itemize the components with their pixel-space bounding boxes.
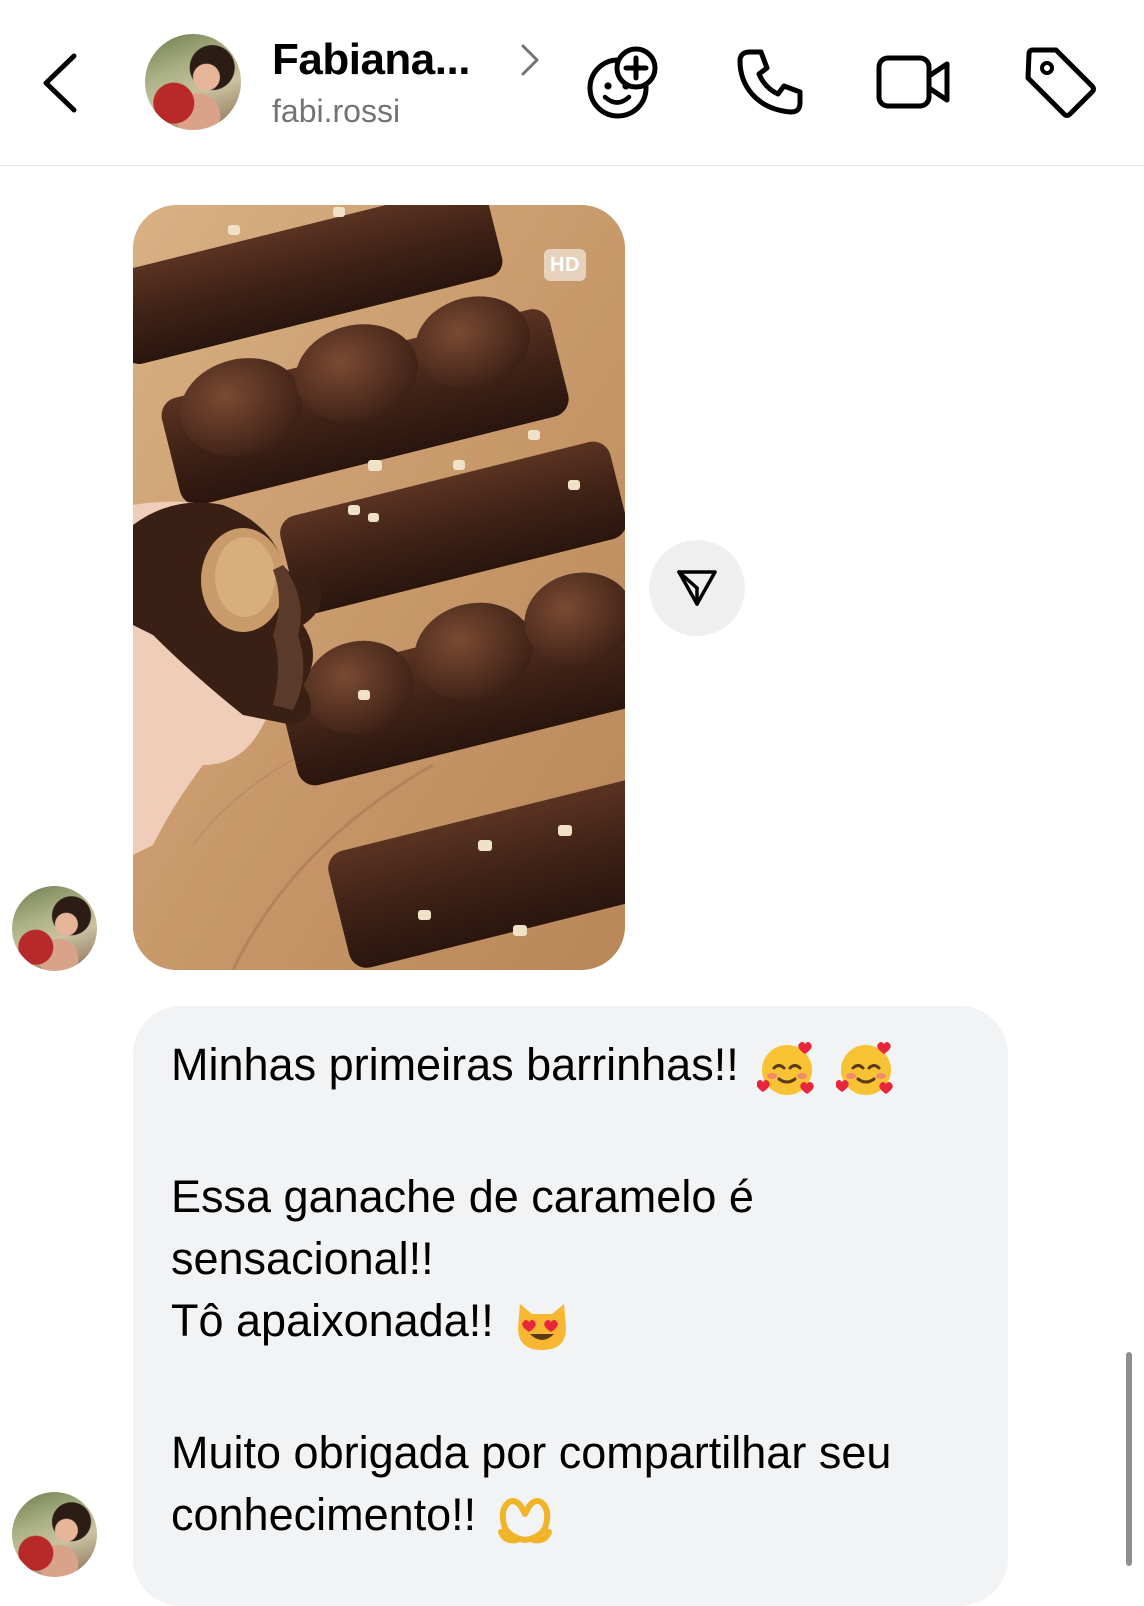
message-bubble[interactable]: Minhas primeiras barrinhas!! Essa ganach… — [133, 1006, 1008, 1606]
label-button[interactable] — [1020, 42, 1100, 122]
phone-icon — [737, 49, 803, 115]
paper-plane-icon — [677, 570, 717, 606]
message-line-text: Tô apaixonada!! — [171, 1295, 494, 1347]
tag-icon — [1025, 47, 1096, 118]
heart-hands-icon — [495, 1488, 555, 1548]
video-camera-icon — [876, 55, 950, 109]
contact-name: Fabiana... — [272, 35, 470, 84]
message-text: Minhas primeiras barrinhas!! Essa ganach… — [171, 1034, 991, 1548]
chat-header: Fabiana... fabi.rossi — [0, 0, 1144, 166]
message-line-text: Minhas primeiras barrinhas!! — [171, 1039, 739, 1090]
back-button[interactable] — [30, 48, 90, 118]
chevron-right-icon — [521, 44, 539, 76]
message-line: conhecimento!! — [171, 1484, 991, 1548]
message-line: Tô apaixonada!! — [171, 1290, 991, 1354]
contact-username: fabi.rossi — [272, 93, 401, 129]
chocolate-bars-photo — [133, 205, 625, 970]
shared-photo[interactable]: HD — [133, 205, 625, 970]
share-button[interactable] — [649, 540, 745, 636]
hd-badge: HD — [544, 249, 586, 281]
chevron-left-icon — [43, 53, 77, 113]
message-line: sensacional!! — [171, 1233, 434, 1285]
smiley-plus-icon — [587, 46, 658, 119]
call-button[interactable] — [730, 42, 810, 122]
message-line: Muito obrigada por compartilhar seu — [171, 1427, 892, 1479]
sender-avatar[interactable] — [12, 1492, 97, 1577]
contact-info[interactable]: Fabiana... fabi.rossi — [272, 34, 552, 132]
scrollbar[interactable] — [1126, 1352, 1132, 1566]
heart-eyes-cat-icon — [512, 1294, 572, 1354]
effects-button[interactable] — [584, 42, 664, 122]
contact-avatar[interactable] — [145, 34, 241, 130]
video-call-button[interactable] — [874, 42, 954, 122]
sender-avatar[interactable] — [12, 886, 97, 971]
smiling-face-with-hearts-icon — [835, 1038, 896, 1098]
message-line: Essa ganache de caramelo é — [171, 1171, 754, 1223]
message-line: Minhas primeiras barrinhas!! — [171, 1034, 991, 1098]
smiling-face-with-hearts-icon — [757, 1038, 817, 1098]
message-line-text: conhecimento!! — [171, 1489, 477, 1541]
